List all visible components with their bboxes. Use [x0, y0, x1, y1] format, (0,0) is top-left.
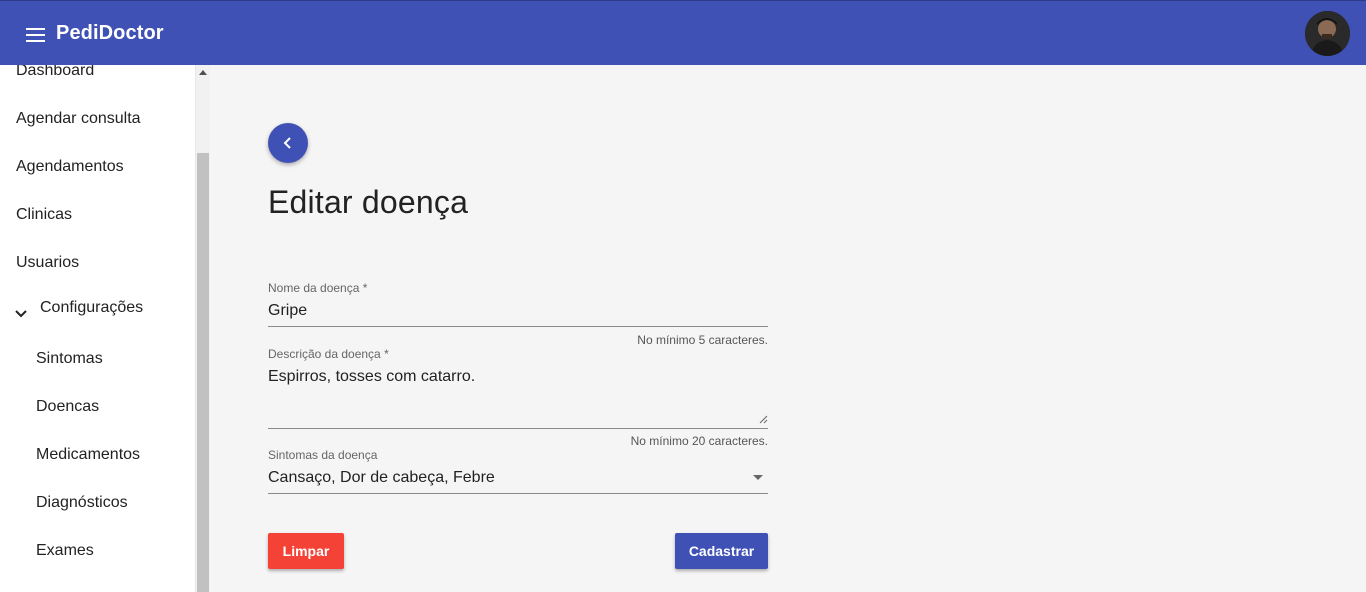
sidebar-item-usuarios[interactable]: Usuarios — [16, 254, 79, 272]
sidebar-item-medicamentos[interactable]: Medicamentos — [36, 446, 140, 464]
disease-name-hint: No mínimo 5 caracteres. — [637, 333, 768, 347]
disease-name-value: Gripe — [268, 302, 308, 319]
sidebar-item-doencas[interactable]: Doencas — [36, 398, 99, 416]
textarea-resize-handle-icon[interactable] — [758, 414, 768, 424]
scroll-up-arrow-icon[interactable] — [199, 70, 207, 75]
symptoms-select[interactable]: Sintomas da doença Cansaço, Dor de cabeç… — [268, 447, 768, 494]
sidebar-item-diagnosticos[interactable]: Diagnósticos — [36, 494, 128, 512]
disease-name-label: Nome da doença * — [268, 281, 368, 295]
sidebar-item-sintomas[interactable]: Sintomas — [36, 350, 103, 368]
sidebar-item-dashboard[interactable]: Dashboard — [16, 65, 94, 80]
clear-button[interactable]: Limpar — [268, 533, 344, 569]
scrollbar-thumb[interactable] — [197, 153, 209, 592]
sidebar-item-exames[interactable]: Exames — [36, 542, 94, 560]
disease-description-value: Espirros, tosses com catarro. — [268, 368, 476, 385]
sidebar: Dashboard Agendar consulta Agendamentos … — [0, 65, 195, 592]
symptoms-value: Cansaço, Dor de cabeça, Febre — [268, 469, 495, 486]
disease-name-field[interactable]: Nome da doença * Gripe — [268, 280, 768, 327]
sidebar-group-configuracoes[interactable]: Configurações — [0, 287, 195, 327]
chevron-down-icon — [15, 310, 27, 318]
sidebar-item-clinicas[interactable]: Clinicas — [16, 206, 72, 224]
page-title: Editar doença — [268, 184, 469, 220]
submit-button[interactable]: Cadastrar — [675, 533, 768, 569]
sidebar-group-label: Configurações — [40, 299, 144, 316]
app-bar: PediDoctor — [0, 0, 1366, 65]
disease-name-underline — [268, 326, 768, 327]
chevron-left-icon — [283, 137, 291, 149]
disease-description-hint: No mínimo 20 caracteres. — [630, 434, 768, 448]
symptoms-label: Sintomas da doença — [268, 448, 378, 462]
disease-description-underline — [268, 428, 768, 429]
sidebar-item-agendamentos[interactable]: Agendamentos — [16, 158, 124, 176]
sidebar-scrollbar[interactable] — [195, 65, 210, 592]
user-avatar[interactable] — [1305, 11, 1350, 56]
symptoms-underline — [268, 493, 768, 494]
menu-icon[interactable] — [26, 28, 45, 42]
disease-description-field[interactable]: Descrição da doença * Espirros, tosses c… — [268, 346, 768, 428]
disease-description-label: Descrição da doença * — [268, 347, 389, 361]
back-button[interactable] — [268, 123, 308, 163]
app-title: PediDoctor — [56, 22, 164, 44]
dropdown-arrow-icon[interactable] — [753, 475, 763, 480]
sidebar-item-agendar-consulta[interactable]: Agendar consulta — [16, 110, 141, 128]
